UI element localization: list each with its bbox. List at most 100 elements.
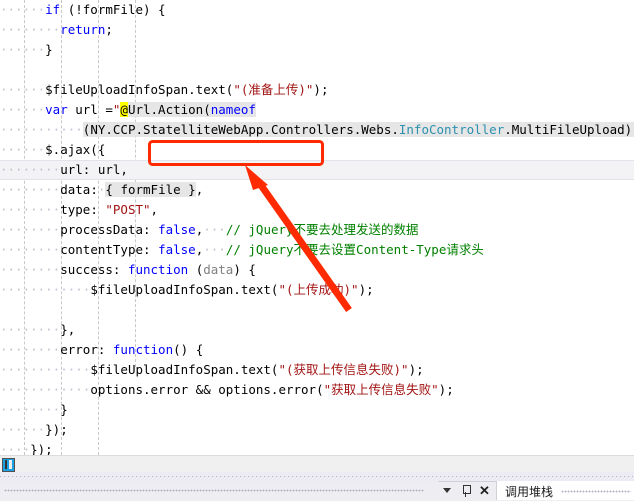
code-line[interactable]: ········processData: false,···// jQuery不… (0, 220, 634, 240)
window-dropdown-button[interactable] (437, 481, 456, 500)
code-line[interactable]: ········success: function (data) { (0, 260, 634, 280)
code-line[interactable]: ········contentType: false,···// jQuery不… (0, 240, 634, 260)
code-token: { formFile } (105, 182, 196, 197)
pin-icon (461, 484, 471, 497)
whitespace-markers: ······ (0, 82, 46, 97)
whitespace-markers: ······ (0, 2, 46, 17)
whitespace-markers: ······ (0, 142, 46, 157)
code-token: false (158, 242, 196, 257)
code-token: }); (30, 442, 53, 455)
drag-grip[interactable] (4, 489, 424, 492)
code-line[interactable]: ········} (0, 400, 634, 420)
whitespace-markers: ······ (0, 422, 46, 437)
whitespace-markers: ······ (0, 102, 46, 117)
code-token: () { (173, 342, 204, 357)
chevron-down-icon (442, 488, 451, 493)
code-line[interactable]: ······$fileUploadInfoSpan.text("(准备上传)")… (0, 80, 634, 100)
whitespace-markers: ········ (0, 322, 61, 337)
code-token: "POST" (105, 202, 151, 217)
whitespace-markers: ············ (0, 282, 91, 297)
code-token: ) { (233, 262, 256, 277)
tab-call-stack[interactable]: 调用堆栈 (496, 481, 634, 500)
code-line[interactable]: ······var url ="@Url.Action(nameof (0, 100, 634, 120)
code-token: $fileUploadInfoSpan.text( (90, 362, 279, 377)
code-token: // jQuery不要去设置Content-Type请求头 (225, 242, 484, 257)
code-text[interactable]: ······if (!formFile) {········return; ···… (0, 0, 634, 455)
code-line[interactable]: ············$fileUploadInfoSpan.text("(获… (0, 360, 634, 380)
code-token: $fileUploadInfoSpan.text( (45, 82, 234, 97)
whitespace-markers: ········ (0, 242, 61, 257)
code-token: } (60, 402, 68, 417)
code-token: "(准备上传)" (233, 82, 314, 97)
code-token: ; (105, 22, 113, 37)
code-token: url: url, (60, 162, 128, 177)
code-token: type: (60, 202, 106, 217)
code-token: ); (358, 282, 374, 297)
code-editor-surface[interactable]: ······if (!formFile) {········return; ···… (0, 0, 634, 455)
code-token: function (127, 262, 189, 277)
code-token: "获取上传信息失败" (323, 382, 439, 397)
tab-call-stack-label: 调用堆栈 (505, 485, 554, 499)
whitespace-markers: ········ (0, 182, 61, 197)
code-line[interactable]: ········return; (0, 20, 634, 40)
tool-window-left-region[interactable] (0, 481, 438, 500)
whitespace-markers: ········ (0, 162, 61, 177)
code-token: "(获取上传信息失败)" (278, 362, 409, 377)
panel-splitter[interactable] (0, 474, 634, 479)
code-token: success: (60, 262, 128, 277)
close-icon: ✕ (479, 483, 490, 498)
code-line[interactable]: ······if (!formFile) { (0, 0, 634, 20)
tab-drag-grip[interactable] (561, 490, 631, 493)
code-token: $.ajax({ (45, 142, 106, 157)
code-line[interactable] (0, 300, 634, 320)
whitespace-markers: ········ (0, 262, 61, 277)
code-line[interactable]: ········}, (0, 320, 634, 340)
code-token: (!formFile) { (67, 2, 166, 17)
code-token: options.error && options.error( (90, 382, 324, 397)
code-token: false (158, 222, 196, 237)
code-line[interactable]: ············$fileUploadInfoSpan.text("(上… (0, 280, 634, 300)
code-line[interactable]: ······} (0, 40, 634, 60)
code-token: // jQuery不要去处理发送的数据 (225, 222, 419, 237)
whitespace-markers: ············ (0, 362, 91, 377)
code-token: InfoController (398, 122, 505, 137)
code-token: ); (438, 382, 454, 397)
whitespace-markers: ········ (0, 342, 61, 357)
horizontal-scrollbar[interactable] (0, 455, 634, 473)
code-line[interactable]: ····}); (0, 440, 634, 455)
code-token: } (45, 42, 53, 57)
code-line[interactable]: ···········(NY.CCP.StatelliteWebApp.Cont… (0, 120, 634, 140)
code-token: $fileUploadInfoSpan.text( (90, 282, 279, 297)
code-token: ··· (203, 242, 226, 257)
code-token: ); (408, 362, 424, 377)
code-token: (NY.CCP.StatelliteWebApp.Controllers.Web… (82, 122, 399, 137)
visual-studio-editor-window: ······if (!formFile) {········return; ···… (0, 0, 634, 501)
code-token: "(上传成功)" (278, 282, 359, 297)
code-token: }); (45, 422, 68, 437)
close-window-button[interactable]: ✕ (475, 481, 494, 500)
code-line[interactable]: ············options.error && options.err… (0, 380, 634, 400)
code-token: nameof (210, 102, 256, 117)
code-line[interactable]: ········data:·{ formFile }, (0, 180, 634, 200)
code-token: var (45, 102, 68, 117)
whitespace-markers: ······ (0, 42, 46, 57)
code-token: ··· (203, 222, 226, 237)
code-line[interactable]: ········error: function() { (0, 340, 634, 360)
code-token: ( (188, 262, 204, 277)
code-token: data (203, 262, 234, 277)
code-line[interactable] (0, 60, 634, 80)
code-line[interactable]: ········url: url, (0, 160, 634, 180)
code-token: @ (120, 102, 128, 117)
code-line[interactable]: ········type: "POST", (0, 200, 634, 220)
code-token: Url.Action( (127, 102, 211, 117)
whitespace-markers: ········ (0, 22, 61, 37)
pin-window-button[interactable] (456, 481, 475, 500)
code-token: .MultiFileUpload)) (504, 122, 634, 137)
code-line[interactable]: ······}); (0, 420, 634, 440)
code-line[interactable]: ······$.ajax({ (0, 140, 634, 160)
code-token: data: (60, 182, 98, 197)
code-token: ); (313, 82, 329, 97)
whitespace-markers: ············ (0, 382, 91, 397)
code-token: url = (67, 102, 113, 117)
whitespace-markers: ········ (0, 222, 61, 237)
